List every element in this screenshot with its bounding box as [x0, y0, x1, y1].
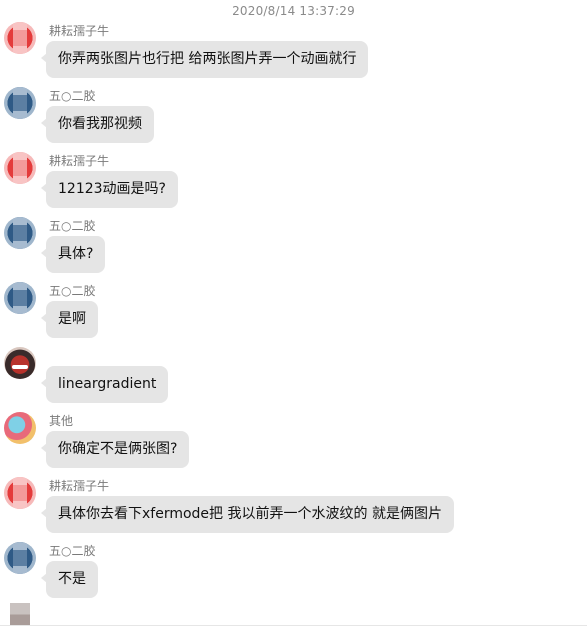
- partial-avatar[interactable]: [10, 603, 30, 626]
- message-bubble[interactable]: 具体?: [40, 236, 106, 273]
- message-bubble[interactable]: 12123动画是吗?: [41, 171, 178, 208]
- sender-name[interactable]: 其他: [49, 412, 73, 429]
- sender-name[interactable]: 五○二胶: [49, 542, 95, 559]
- sender-name[interactable]: 五○二胶: [49, 282, 95, 299]
- sender-avatar[interactable]: [4, 347, 36, 379]
- sender-name[interactable]: 五○二胶: [49, 87, 95, 104]
- sender-avatar[interactable]: [4, 22, 36, 54]
- sender-avatar[interactable]: [4, 87, 36, 119]
- message-bubble[interactable]: 你弄两张图片也行把 给两张图片弄一个动画就行: [40, 41, 369, 78]
- chat-transcript: 2020/8/14 13:37:29 耕耘孺子牛 你弄两张图片也行把 给两张图片…: [0, 0, 587, 626]
- message-bubble[interactable]: 是啊: [41, 301, 98, 338]
- sender-avatar[interactable]: [4, 412, 36, 444]
- sender-avatar[interactable]: [4, 282, 36, 314]
- sender-avatar[interactable]: [4, 152, 36, 184]
- sender-avatar[interactable]: [4, 542, 36, 574]
- sender-avatar[interactable]: [4, 217, 36, 249]
- sender-name[interactable]: 五○二胶: [49, 217, 95, 234]
- message-bubble[interactable]: 你确定不是俩张图?: [40, 431, 190, 468]
- sender-name[interactable]: 耕耘孺子牛: [49, 477, 109, 494]
- message-timestamp: 2020/8/14 13:37:29: [232, 4, 355, 18]
- message-bubble[interactable]: 具体你去看下xfermode把 我以前弄一个水波纹的 就是俩图片: [41, 496, 454, 533]
- sender-avatar[interactable]: [4, 477, 36, 509]
- message-bubble[interactable]: 你看我那视频: [41, 106, 154, 143]
- message-bubble[interactable]: lineargradient: [40, 366, 169, 403]
- sender-name[interactable]: 耕耘孺子牛: [49, 152, 109, 169]
- message-bubble[interactable]: 不是: [41, 561, 98, 598]
- sender-name[interactable]: 耕耘孺子牛: [49, 22, 109, 39]
